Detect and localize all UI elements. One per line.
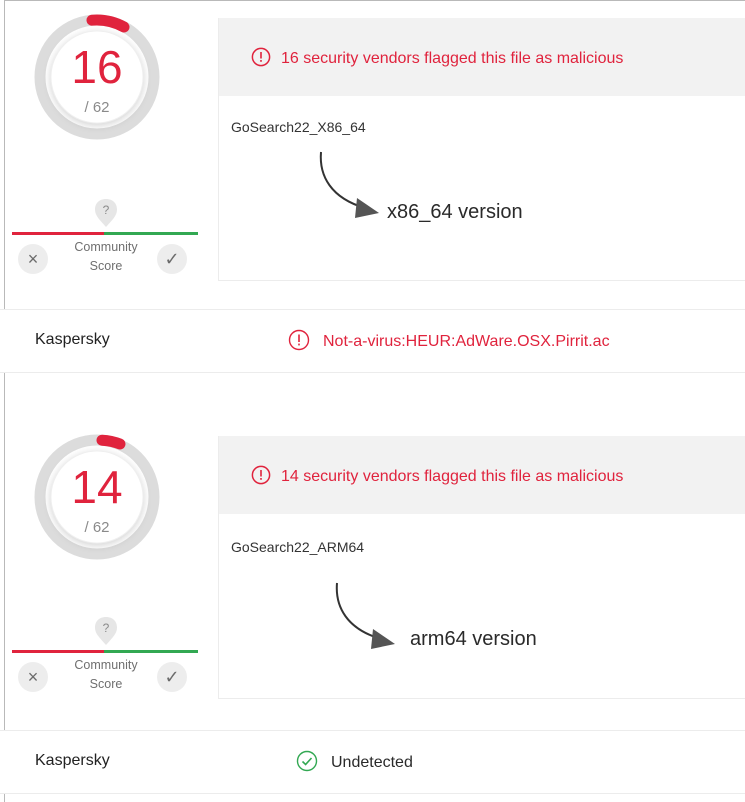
community-score-bar (12, 650, 198, 653)
svg-text:?: ? (103, 621, 110, 635)
vote-harmful-button[interactable]: × (18, 244, 48, 274)
detection-count: 14 (71, 461, 123, 513)
exclamation-circle-icon (251, 465, 271, 485)
engine-result: Not-a-virus:HEUR:AdWare.OSX.Pirrit.ac (288, 329, 610, 351)
detection-alert: 16 security vendors flagged this file as… (251, 47, 623, 68)
exclamation-circle-icon (288, 329, 310, 351)
detection-total: / 62 (84, 519, 110, 536)
detection-score-gauge: 14 / 62 (32, 432, 162, 562)
detection-card: 14 security vendors flagged this file as… (218, 436, 745, 699)
detection-card: 16 security vendors flagged this file as… (218, 18, 745, 281)
detection-total: / 62 (84, 99, 110, 116)
version-annotation: arm64 version (410, 628, 537, 650)
vote-harmless-button[interactable]: ✓ (157, 244, 187, 274)
vote-harmful-button[interactable]: × (18, 662, 48, 692)
question-badge-icon[interactable]: ? (94, 616, 118, 646)
file-name: GoSearch22_ARM64 (231, 539, 365, 555)
svg-text:?: ? (103, 203, 110, 217)
gauge-malicious-arc (96, 434, 126, 450)
curved-arrow-icon (335, 582, 395, 649)
community-score-bar (12, 232, 198, 235)
detection-alert-banner: 14 security vendors flagged this file as… (219, 436, 745, 514)
curved-arrow-icon (319, 151, 379, 218)
question-badge-icon[interactable]: ? (94, 198, 118, 228)
engine-result: Undetected (296, 750, 413, 772)
engine-name: Kaspersky (35, 752, 110, 769)
engine-name: Kaspersky (35, 331, 110, 348)
file-name: GoSearch22_X86_64 (231, 119, 366, 135)
check-circle-icon (296, 750, 318, 772)
detection-count: 16 (71, 41, 123, 93)
gauge-malicious-arc (86, 14, 130, 33)
detection-alert-banner: 16 security vendors flagged this file as… (219, 18, 745, 96)
engine-result-row: Kaspersky Not-a-virus:HEUR:AdWare.OSX.Pi… (0, 309, 745, 373)
detection-alert: 14 security vendors flagged this file as… (251, 465, 623, 486)
community-score-label: Community Score (74, 658, 138, 691)
version-annotation: x86_64 version (387, 201, 523, 223)
engine-result-row: Kaspersky Undetected (0, 730, 745, 794)
detection-score-gauge: 16 / 62 (32, 12, 162, 142)
community-score-label: Community Score (74, 240, 138, 273)
vote-harmless-button[interactable]: ✓ (157, 662, 187, 692)
exclamation-circle-icon (251, 47, 271, 67)
